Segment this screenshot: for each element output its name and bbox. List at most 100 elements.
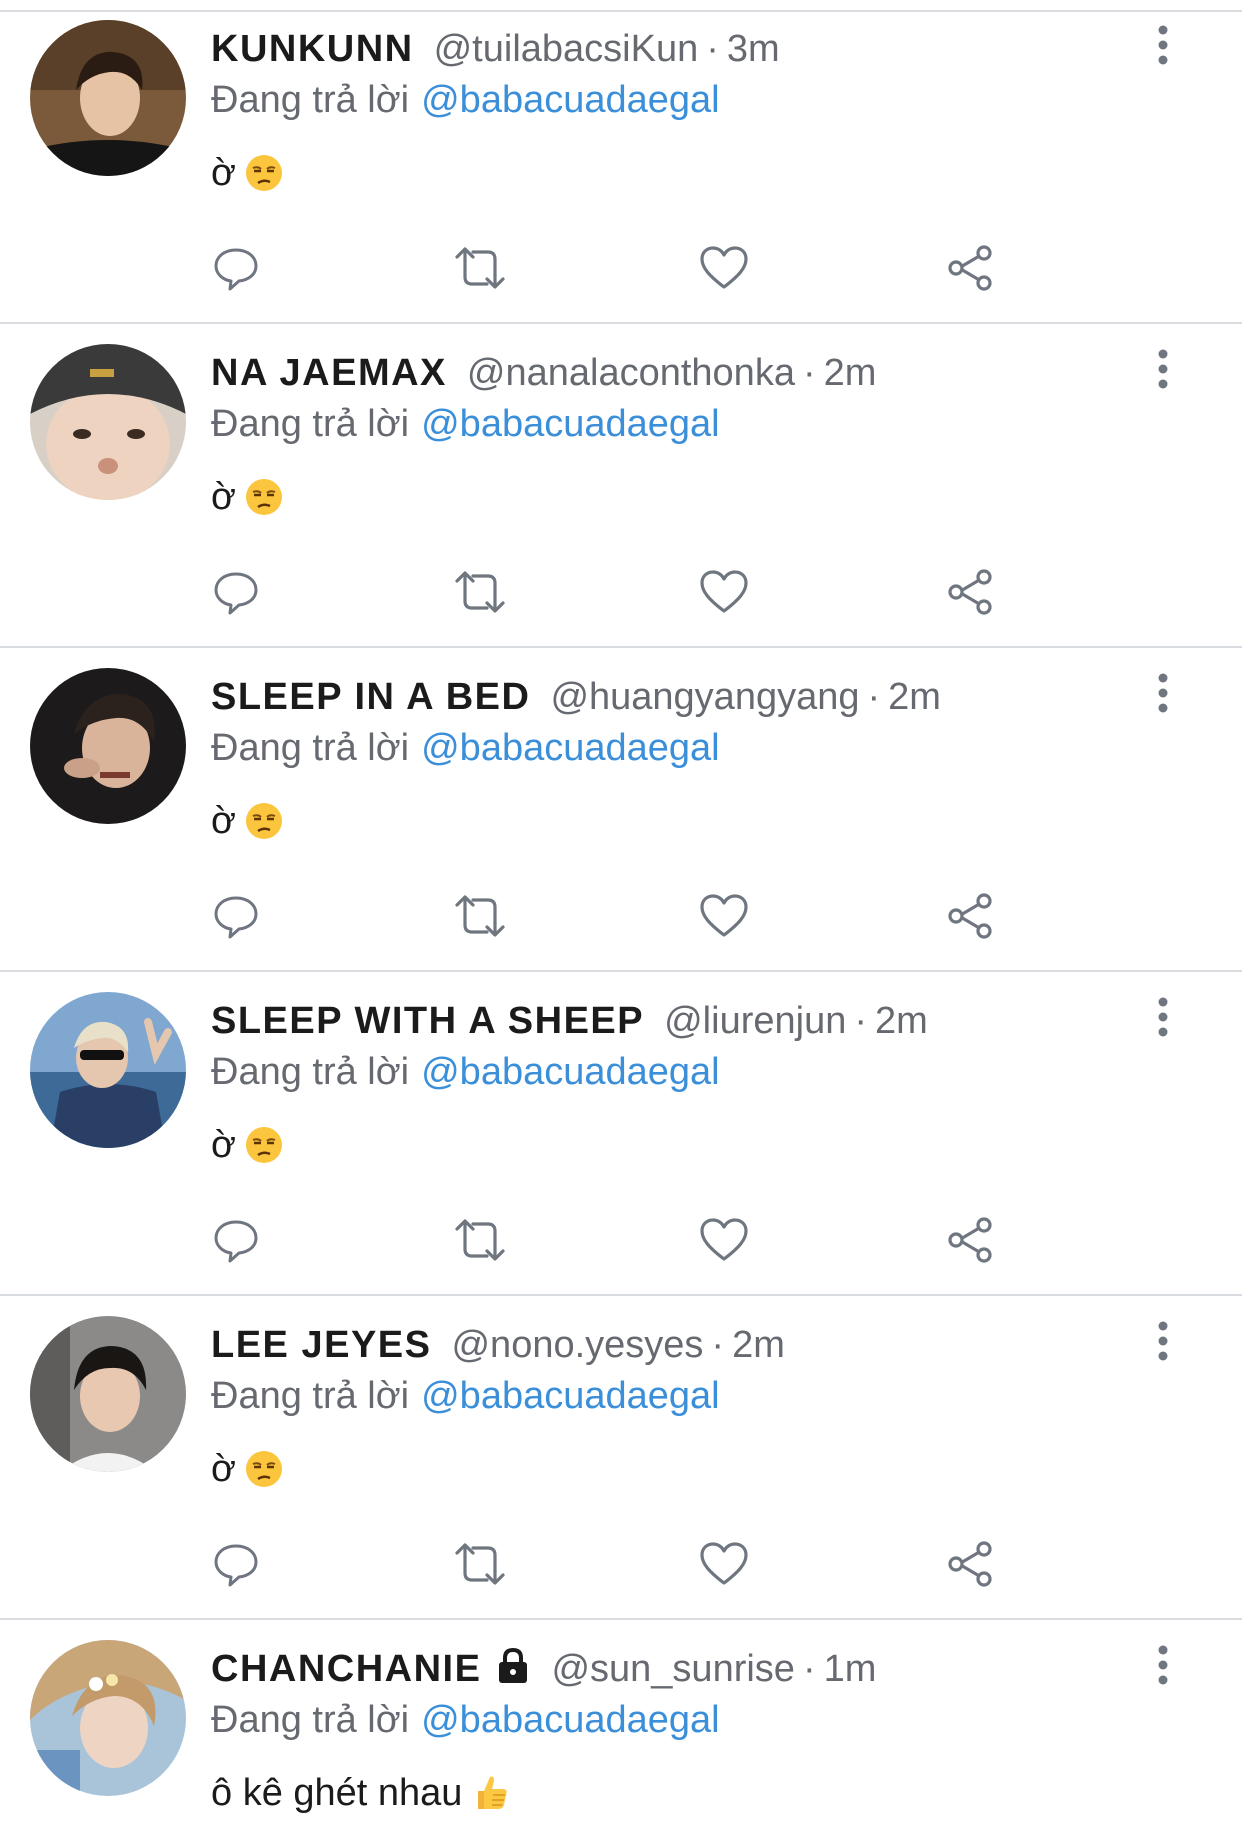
reply-context: Đang trả lời @babacuadaegal	[211, 1047, 720, 1097]
heart-icon[interactable]	[694, 886, 754, 946]
lock-icon	[495, 1647, 531, 1698]
reply-prefix: Đang trả lời	[211, 1699, 410, 1741]
unamused-face-emoji-icon	[244, 153, 284, 209]
reply-prefix: Đang trả lời	[211, 79, 410, 121]
retweet-icon[interactable]	[450, 1210, 510, 1270]
tweet-text-content: ô kê ghét nhau	[211, 1772, 463, 1814]
separator-dot: ·	[706, 28, 719, 70]
timestamp: 2m	[732, 1324, 785, 1366]
reply-icon[interactable]	[206, 238, 266, 298]
reply-to-link[interactable]: @babacuadaegal	[421, 1375, 720, 1417]
display-name[interactable]: NA JAEMAX	[211, 352, 447, 394]
tweet-text: ô kê ghét nhau	[211, 1765, 510, 1821]
reply-prefix: Đang trả lời	[211, 403, 410, 445]
avatar[interactable]	[30, 1316, 186, 1472]
reply-context: Đang trả lời @babacuadaegal	[211, 1371, 720, 1421]
unamused-face-emoji-icon	[244, 477, 284, 533]
timestamp: 2m	[823, 352, 877, 394]
tweet-header: KUNKUNN @tuilabacsiKun · 3m	[211, 24, 780, 74]
share-icon[interactable]	[940, 886, 1000, 946]
separator-dot: ·	[854, 1000, 867, 1042]
separator-dot: ·	[711, 1324, 725, 1366]
reply-to-link[interactable]: @babacuadaegal	[421, 1051, 720, 1093]
timestamp: 2m	[888, 676, 941, 718]
more-vertical-icon[interactable]	[1148, 22, 1178, 68]
retweet-icon[interactable]	[450, 562, 510, 622]
heart-icon[interactable]	[694, 1534, 754, 1594]
tweet-item[interactable]: NA JAEMAX @nanalaconthonka · 2m Đang trả lờ…	[0, 324, 1242, 648]
tweet-header: SLEEP WITH A SHEEP @liurenjun · 2m	[211, 996, 928, 1046]
user-handle[interactable]: @nanalaconthonka	[467, 352, 795, 394]
heart-icon[interactable]	[694, 1210, 754, 1270]
reply-prefix: Đang trả lời	[211, 727, 410, 769]
retweet-icon[interactable]	[450, 238, 510, 298]
reply-to-link[interactable]: @babacuadaegal	[421, 1699, 720, 1741]
reply-prefix: Đang trả lời	[211, 1375, 410, 1417]
separator-dot: ·	[867, 676, 881, 718]
tweet-item[interactable]: CHANCHANIE @sun_sunrise · 1m Đang trả lời @b…	[0, 1620, 1242, 1825]
user-handle[interactable]: @huangyangyang	[550, 676, 859, 718]
tweet-text: ờ	[211, 1441, 284, 1497]
timestamp: 2m	[875, 1000, 928, 1042]
reply-icon[interactable]	[206, 886, 266, 946]
share-icon[interactable]	[940, 1534, 1000, 1594]
user-handle[interactable]: @tuilabacsiKun	[434, 28, 699, 70]
unamused-face-emoji-icon	[244, 801, 284, 857]
tweet-header: SLEEP IN A BED @huangyangyang · 2m	[211, 672, 941, 722]
tweet-item[interactable]: SLEEP WITH A SHEEP @liurenjun · 2m Đang trả…	[0, 972, 1242, 1296]
tweet-text-content: ờ	[211, 152, 236, 194]
reply-to-link[interactable]: @babacuadaegal	[421, 727, 720, 769]
avatar[interactable]	[30, 668, 186, 824]
tweet-feed: KUNKUNN @tuilabacsiKun · 3m Đang trả lời @ba…	[0, 0, 1242, 1825]
reply-to-link[interactable]: @babacuadaegal	[421, 403, 720, 445]
tweet-item[interactable]: KUNKUNN @tuilabacsiKun · 3m Đang trả lời @ba…	[0, 0, 1242, 324]
tweet-actions	[0, 1534, 1242, 1594]
tweet-text-content: ờ	[211, 1448, 236, 1490]
share-icon[interactable]	[940, 1210, 1000, 1270]
avatar[interactable]	[30, 344, 186, 500]
more-vertical-icon[interactable]	[1148, 1318, 1178, 1364]
retweet-icon[interactable]	[450, 886, 510, 946]
display-name[interactable]: CHANCHANIE	[211, 1648, 481, 1690]
user-handle[interactable]: @nono.yesyes	[451, 1324, 703, 1366]
reply-to-link[interactable]: @babacuadaegal	[421, 79, 720, 121]
reply-icon[interactable]	[206, 1210, 266, 1270]
unamused-face-emoji-icon	[244, 1125, 284, 1181]
more-vertical-icon[interactable]	[1148, 1642, 1178, 1688]
display-name[interactable]: KUNKUNN	[211, 28, 414, 70]
tweet-text: ờ	[211, 469, 284, 525]
share-icon[interactable]	[940, 238, 1000, 298]
user-handle[interactable]: @sun_sunrise	[551, 1648, 794, 1690]
tweet-actions	[0, 1210, 1242, 1270]
timestamp: 3m	[726, 28, 780, 70]
display-name[interactable]: LEE JEYES	[211, 1324, 431, 1366]
reply-icon[interactable]	[206, 562, 266, 622]
display-name[interactable]: SLEEP WITH A SHEEP	[211, 1000, 644, 1042]
thumbs-up-emoji-icon	[470, 1771, 510, 1829]
heart-icon[interactable]	[694, 562, 754, 622]
reply-icon[interactable]	[206, 1534, 266, 1594]
tweet-item[interactable]: LEE JEYES @nono.yesyes · 2m Đang trả lời @ba…	[0, 1296, 1242, 1620]
more-vertical-icon[interactable]	[1148, 994, 1178, 1040]
tweet-text: ờ	[211, 145, 284, 201]
avatar[interactable]	[30, 20, 186, 176]
tweet-text: ờ	[211, 793, 284, 849]
reply-prefix: Đang trả lời	[211, 1051, 410, 1093]
reply-context: Đang trả lời @babacuadaegal	[211, 399, 720, 449]
unamused-face-emoji-icon	[244, 1449, 284, 1505]
more-vertical-icon[interactable]	[1148, 670, 1178, 716]
tweet-item[interactable]: SLEEP IN A BED @huangyangyang · 2m Đang trả…	[0, 648, 1242, 972]
display-name[interactable]: SLEEP IN A BED	[211, 676, 530, 718]
user-handle[interactable]: @liurenjun	[664, 1000, 846, 1042]
more-vertical-icon[interactable]	[1148, 346, 1178, 392]
tweet-actions	[0, 562, 1242, 622]
retweet-icon[interactable]	[450, 1534, 510, 1594]
heart-icon[interactable]	[694, 238, 754, 298]
avatar[interactable]	[30, 1640, 186, 1796]
reply-context: Đang trả lời @babacuadaegal	[211, 723, 720, 773]
reply-context: Đang trả lời @babacuadaegal	[211, 1695, 720, 1745]
avatar[interactable]	[30, 992, 186, 1148]
timestamp: 1m	[823, 1648, 877, 1690]
reply-context: Đang trả lời @babacuadaegal	[211, 75, 720, 125]
share-icon[interactable]	[940, 562, 1000, 622]
